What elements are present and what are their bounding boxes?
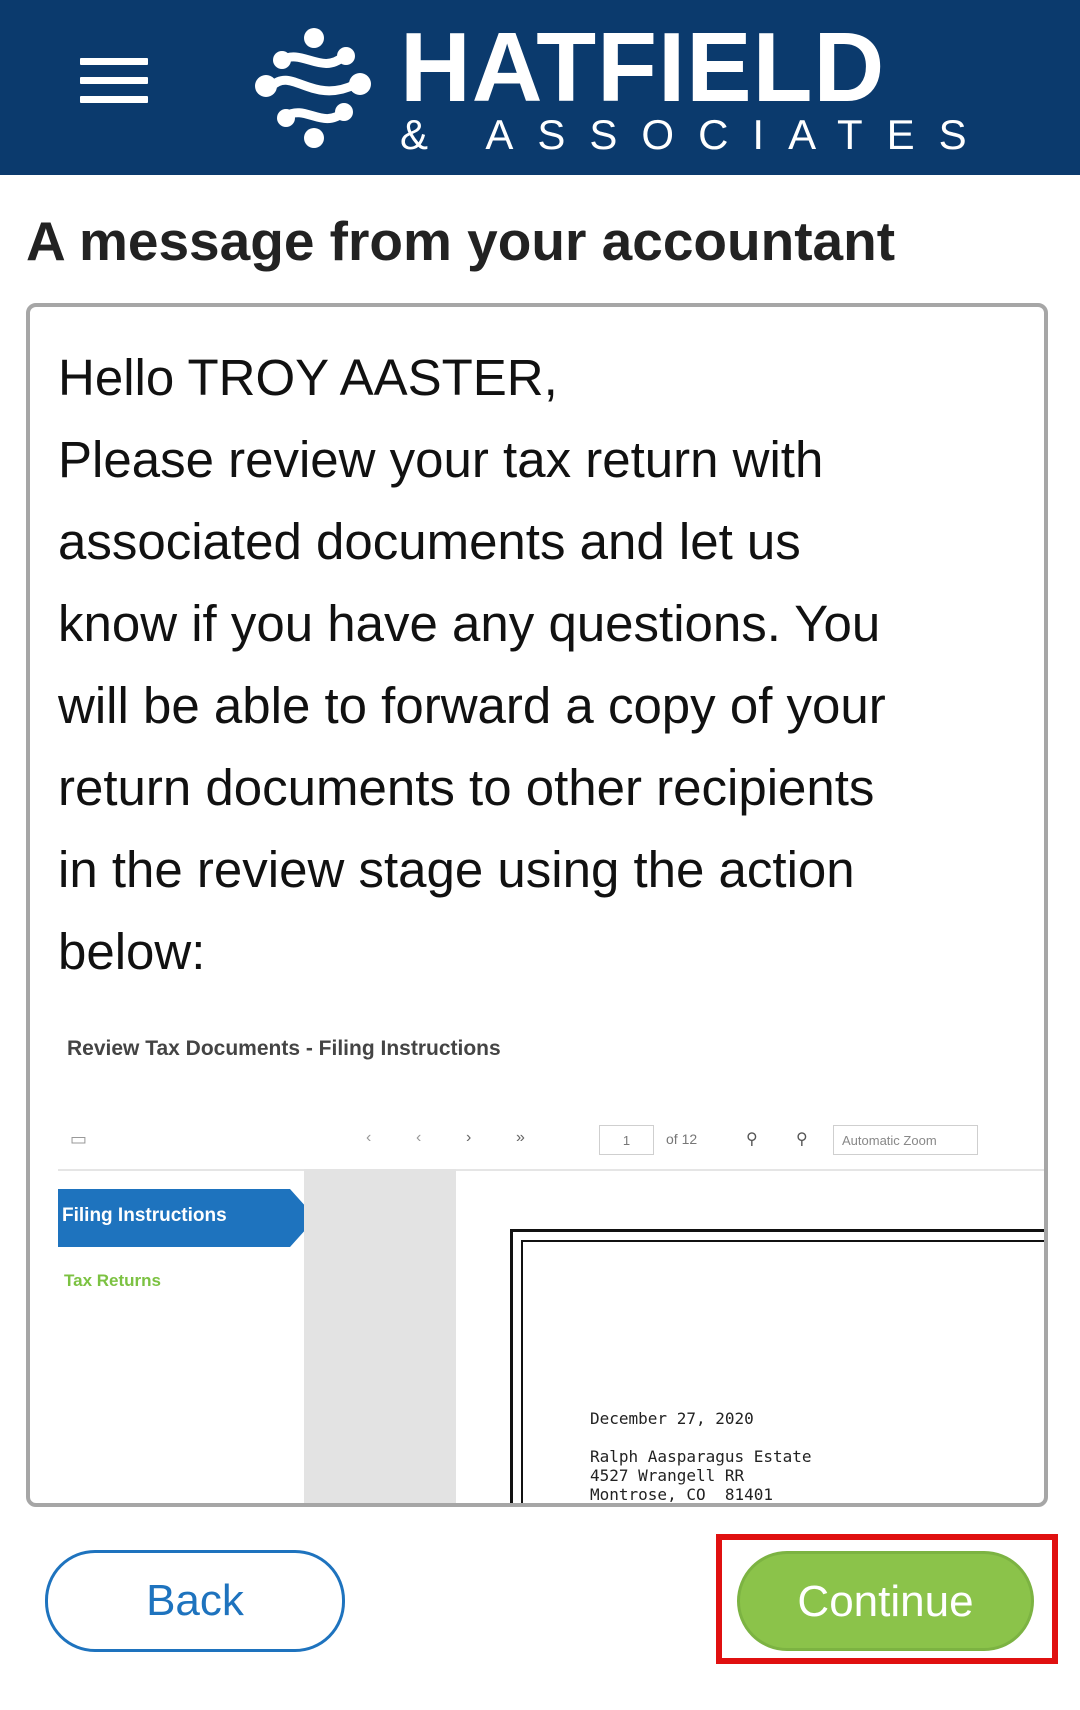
brand-name: HATFIELD bbox=[400, 12, 886, 122]
first-page-icon: ‹ bbox=[366, 1129, 372, 1146]
message-box[interactable]: Hello TROY AASTER, Please review your ta… bbox=[26, 303, 1048, 1507]
message-line: Please review your tax return with bbox=[58, 431, 824, 488]
page-number-input: 1 bbox=[599, 1125, 654, 1155]
app-header: HATFIELD & ASSOCIATES bbox=[0, 0, 1080, 175]
doc-line: Ralph Aasparagus Estate bbox=[590, 1447, 812, 1466]
message-line: Hello TROY AASTER, bbox=[58, 349, 558, 406]
next-page-icon: › bbox=[466, 1129, 472, 1146]
document-text: December 27, 2020 Ralph Aasparagus Estate… bbox=[590, 1409, 812, 1504]
hamburger-menu-icon[interactable] bbox=[80, 58, 148, 104]
embedded-screenshot: Review Tax Documents - Filing Instructio… bbox=[58, 1019, 1044, 1504]
message-line: in the review stage using the action bbox=[58, 841, 855, 898]
prev-page-icon: ‹ bbox=[416, 1129, 422, 1146]
message-line: will be able to forward a copy of your bbox=[58, 677, 886, 734]
zoom-in-icon: ⚲ bbox=[796, 1131, 808, 1148]
message-line: below: bbox=[58, 923, 206, 980]
embedded-title: Review Tax Documents - Filing Instructio… bbox=[67, 1037, 501, 1060]
zoom-out-icon: ⚲ bbox=[746, 1131, 758, 1148]
message-line: return documents to other recipients bbox=[58, 759, 875, 816]
message-text: Hello TROY AASTER, Please review your ta… bbox=[58, 337, 1026, 993]
brand-subtitle: & ASSOCIATES bbox=[400, 111, 991, 158]
back-button[interactable]: Back bbox=[45, 1550, 345, 1652]
doc-line bbox=[590, 1428, 812, 1447]
page-title: A message from your accountant bbox=[26, 210, 896, 272]
sidebar-item-filing-instructions: Filing Instructions bbox=[58, 1189, 316, 1247]
sidebar-item-label: Filing Instructions bbox=[62, 1205, 227, 1226]
last-page-icon: » bbox=[516, 1129, 525, 1146]
message-line: know if you have any questions. You bbox=[58, 595, 881, 652]
sidebar-item-tax-returns: Tax Returns bbox=[64, 1271, 161, 1290]
doc-line: December 27, 2020 bbox=[590, 1409, 754, 1428]
doc-line: Montrose, CO 81401 bbox=[590, 1485, 774, 1504]
document-gutter bbox=[304, 1169, 456, 1503]
doc-line: 4527 Wrangell RR bbox=[590, 1466, 745, 1485]
sidebar-toggle-icon: ▭ bbox=[70, 1129, 88, 1149]
message-line: associated documents and let us bbox=[58, 513, 801, 570]
page-count: of 12 bbox=[666, 1131, 698, 1147]
continue-button[interactable]: Continue bbox=[737, 1551, 1034, 1651]
pdf-toolbar: ▭ ‹ ‹ › » 1 of 12 ⚲ ⚲ Automatic Zoom bbox=[58, 1119, 1044, 1171]
hatfield-logo-icon bbox=[255, 28, 371, 148]
zoom-select: Automatic Zoom bbox=[833, 1125, 978, 1155]
